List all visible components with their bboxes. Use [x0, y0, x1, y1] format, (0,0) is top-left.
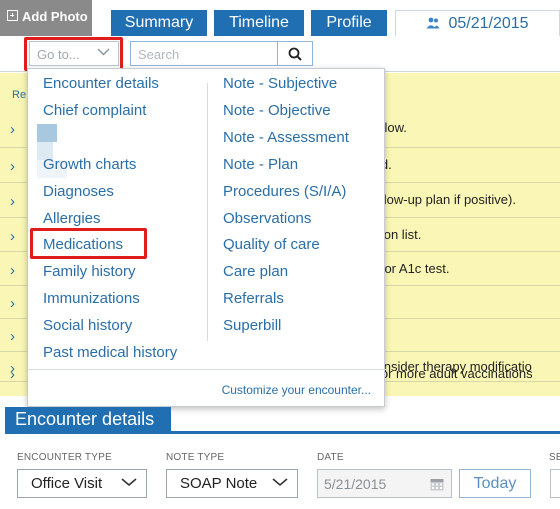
- chevron-right-icon: ›: [10, 193, 15, 210]
- encounter-type-label: ENCOUNTER TYPE: [17, 452, 112, 463]
- plus-square-icon: [7, 10, 18, 21]
- date-label: DATE: [317, 452, 344, 463]
- note-type-value: SOAP Note: [180, 475, 258, 492]
- chevron-right-icon: ›: [10, 120, 15, 138]
- tab-profile-label: Profile: [326, 14, 372, 31]
- menu-item-social-history[interactable]: Social history: [43, 317, 132, 334]
- menu-item-note-objective[interactable]: Note - Objective: [223, 102, 331, 119]
- medications-highlight-box: [30, 228, 147, 259]
- search-input[interactable]: Search: [130, 41, 278, 66]
- chevron-down-icon: [121, 478, 137, 487]
- redacted-menu-item: [37, 124, 67, 178]
- calendar-icon[interactable]: [430, 477, 444, 491]
- menu-item-note-assessment[interactable]: Note - Assessment: [223, 129, 349, 146]
- menu-item-past-medical-history[interactable]: Past medical history: [43, 344, 177, 361]
- menu-item-quality-of-care[interactable]: Quality of care: [223, 236, 320, 253]
- chevron-down-icon: [272, 478, 288, 487]
- menu-item-observations[interactable]: Observations: [223, 210, 311, 227]
- note-type-select[interactable]: SOAP Note: [166, 469, 298, 498]
- section-underline: [5, 431, 560, 434]
- chevron-right-icon: ›: [10, 366, 15, 383]
- patient-icon: [426, 17, 440, 29]
- menu-item-procedures[interactable]: Procedures (S/I/A): [223, 183, 346, 200]
- search-button[interactable]: [278, 41, 313, 66]
- menu-item-care-plan[interactable]: Care plan: [223, 263, 288, 280]
- goto-highlight-box: [24, 37, 123, 71]
- encounter-type-value: Office Visit: [31, 475, 103, 492]
- chevron-right-icon: ›: [10, 295, 15, 312]
- menu-item-allergies[interactable]: Allergies: [43, 210, 101, 227]
- menu-item-diagnoses[interactable]: Diagnoses: [43, 183, 114, 200]
- date-input[interactable]: 5/21/2015: [317, 469, 452, 498]
- extra-field-input[interactable]: [550, 469, 560, 498]
- menu-item-chief-complaint[interactable]: Chief complaint: [43, 102, 146, 119]
- add-photo-label: Add Photo: [22, 9, 88, 24]
- menu-item-note-plan[interactable]: Note - Plan: [223, 156, 298, 173]
- menu-footer-divider: [28, 369, 386, 370]
- tab-timeline[interactable]: Timeline: [214, 10, 304, 36]
- today-button[interactable]: Today: [459, 469, 531, 498]
- menu-item-family-history[interactable]: Family history: [43, 263, 136, 280]
- top-tab-bar: Add Photo Summary Timeline Profile 05/21…: [0, 0, 560, 36]
- tab-encounter-date-label: 05/21/2015: [448, 15, 529, 32]
- chevron-right-icon: ›: [10, 261, 15, 279]
- search-placeholder: Search: [138, 47, 180, 62]
- alert-text: e or more adult vaccinations: [370, 366, 533, 381]
- menu-divider: [207, 83, 208, 341]
- note-type-label: NOTE TYPE: [166, 452, 225, 463]
- alerts-header: Re: [12, 89, 27, 101]
- menu-item-note-subjective[interactable]: Note - Subjective: [223, 75, 337, 92]
- tab-summary-label: Summary: [124, 14, 194, 31]
- tab-encounter-date[interactable]: 05/21/2015: [395, 10, 560, 36]
- chevron-right-icon: ›: [10, 158, 15, 175]
- alert-text: follow-up plan if positive).: [370, 192, 516, 207]
- search-icon: [288, 47, 302, 61]
- menu-item-growth-charts[interactable]: Growth charts: [43, 156, 136, 173]
- date-value: 5/21/2015: [324, 476, 387, 492]
- extra-field-label: SE: [549, 452, 560, 463]
- chevron-right-icon: ›: [10, 328, 15, 345]
- menu-item-referrals[interactable]: Referrals: [223, 290, 284, 307]
- customize-encounter-link[interactable]: Customize your encounter...: [222, 383, 371, 397]
- add-photo-button[interactable]: Add Photo: [0, 0, 92, 36]
- menu-item-immunizations[interactable]: Immunizations: [43, 290, 140, 307]
- chevron-right-icon: ›: [10, 227, 15, 245]
- tab-profile[interactable]: Profile: [311, 10, 387, 36]
- menu-item-encounter-details[interactable]: Encounter details: [43, 75, 159, 92]
- encounter-type-select[interactable]: Office Visit: [17, 469, 147, 498]
- tab-timeline-label: Timeline: [229, 14, 289, 31]
- menu-item-superbill[interactable]: Superbill: [223, 317, 281, 334]
- section-title: Encounter details: [5, 407, 171, 432]
- tab-summary[interactable]: Summary: [111, 10, 207, 36]
